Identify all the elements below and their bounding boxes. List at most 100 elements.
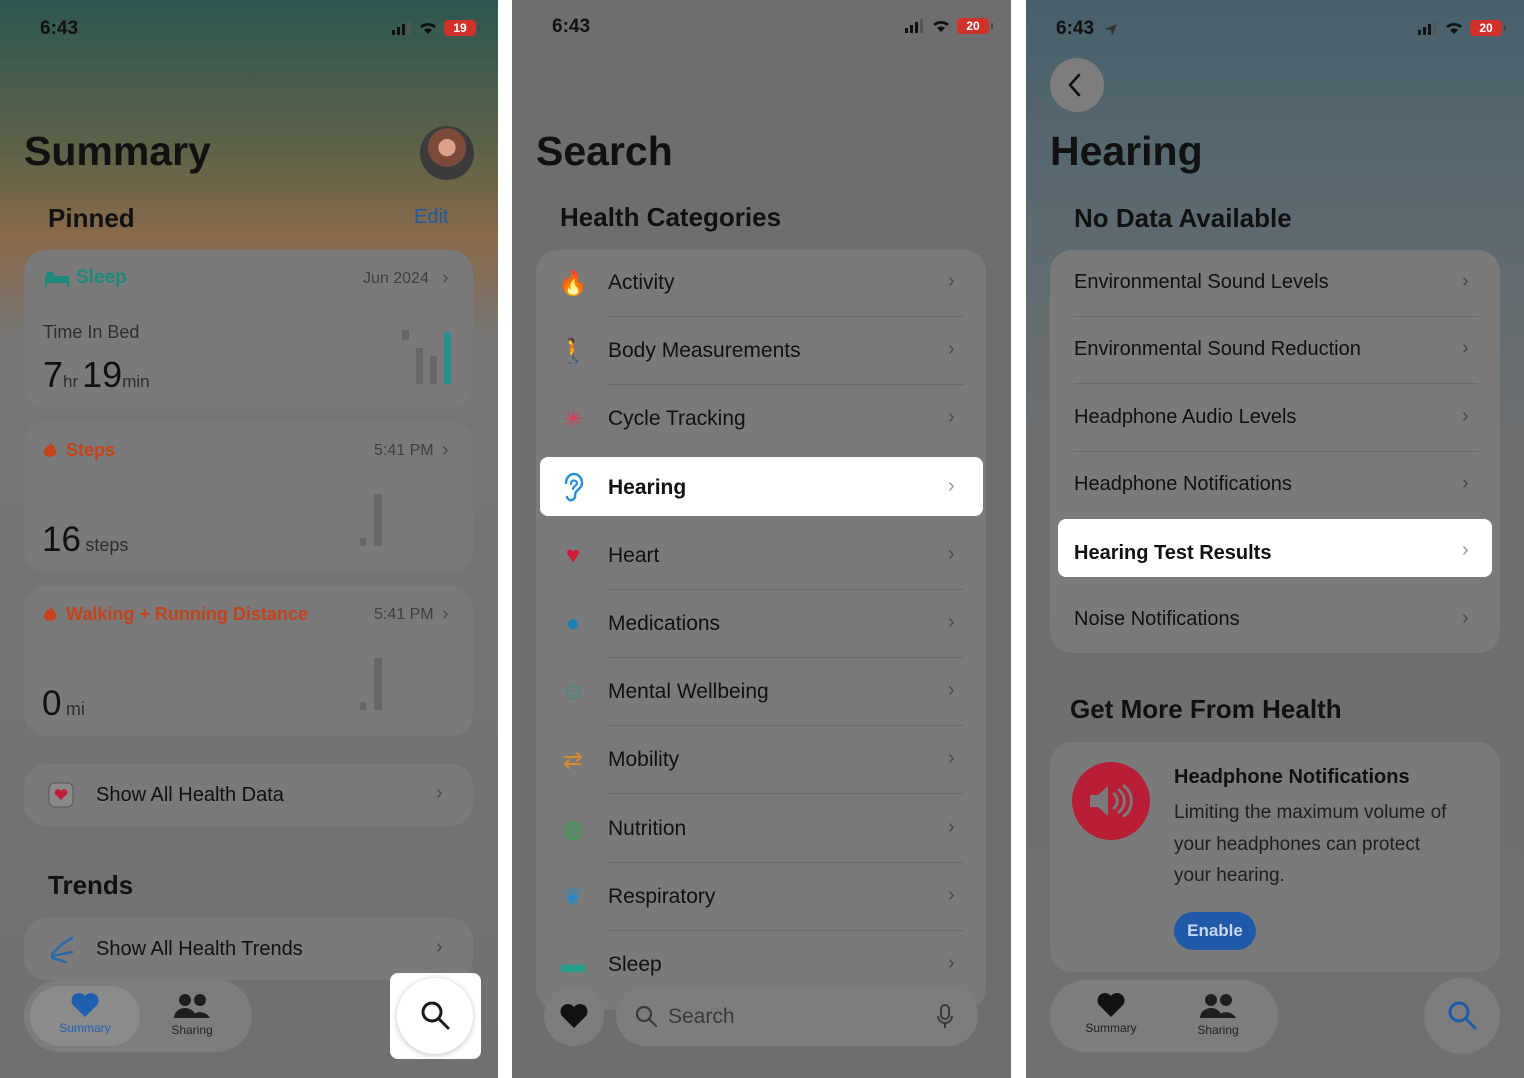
chevron-right-icon: ›	[948, 406, 955, 428]
divider	[1074, 316, 1478, 317]
volume-icon	[1090, 784, 1133, 818]
steps-card[interactable]: Steps 5:41 PM › 16 steps	[24, 422, 473, 572]
signal-icon	[1418, 21, 1436, 35]
card-text-line-1: Limiting the maximum volume of	[1174, 802, 1447, 823]
walking-time: 5:41 PM	[374, 606, 434, 623]
microphone-icon[interactable]	[936, 1004, 954, 1030]
tab-sharing[interactable]: Sharing	[1166, 986, 1270, 1046]
chevron-left-icon	[1068, 73, 1081, 97]
category-row-label[interactable]: Medications	[608, 612, 720, 636]
chevron-right-icon: ›	[948, 338, 955, 360]
pills-icon: ●	[565, 610, 581, 637]
hearing-screen: 6:43 20 Hearing No Data Available Enviro…	[1026, 0, 1524, 1078]
hearing-row-label[interactable]: Noise Notifications	[1074, 608, 1240, 631]
enable-button[interactable]: Enable	[1174, 912, 1256, 950]
category-row-label[interactable]: Cycle Tracking	[608, 407, 746, 431]
category-hearing-label[interactable]: Hearing	[608, 476, 686, 500]
flame-icon	[43, 441, 57, 457]
stage: 6:43 19 Summary Pinned Edit Sleep Jun 20…	[0, 0, 1524, 1078]
flame-icon	[43, 605, 57, 621]
chevron-right-icon: ›	[1462, 270, 1469, 292]
steps-value: 16 steps	[42, 520, 128, 560]
sleep-date: Jun 2024	[363, 270, 429, 287]
sleep-value: 7hr 19min	[43, 354, 150, 396]
page-title: Hearing	[1050, 128, 1203, 174]
chevron-right-icon: ›	[1462, 539, 1469, 561]
hearing-row-label[interactable]: Headphone Audio Levels	[1074, 406, 1296, 429]
tab-bar: Summary Sharing	[24, 980, 252, 1052]
category-row-label[interactable]: Respiratory	[608, 885, 715, 909]
status-time: 6:43	[552, 16, 591, 37]
avatar[interactable]	[420, 126, 474, 180]
battery-icon: 19	[444, 20, 480, 36]
heart-icon: ♥	[565, 542, 581, 569]
category-row-label[interactable]: Sleep	[608, 953, 662, 977]
signal-icon	[392, 21, 410, 35]
chevron-right-icon: ›	[1462, 607, 1469, 629]
tab-summary[interactable]: Summary	[30, 986, 140, 1046]
chevron-right-icon: ›	[436, 782, 443, 804]
tab-summary[interactable]: Summary	[1056, 986, 1166, 1046]
sleep-metric: Time In Bed	[43, 322, 140, 342]
favorites-button[interactable]	[544, 986, 604, 1046]
chevron-right-icon: ›	[948, 611, 955, 633]
status-bar: 6:43 19	[0, 18, 498, 42]
hearing-row-label[interactable]: Headphone Notifications	[1074, 473, 1292, 496]
sleep-card[interactable]: Sleep Jun 2024 › Time In Bed 7hr 19min	[24, 250, 473, 408]
heart-icon	[71, 993, 99, 1017]
category-row-label[interactable]: Activity	[608, 271, 675, 295]
bed-icon	[45, 272, 69, 287]
status-icons: 20	[1418, 20, 1506, 36]
summary-screen: 6:43 19 Summary Pinned Edit Sleep Jun 20…	[0, 0, 498, 1078]
categories-list	[536, 250, 986, 1010]
divider	[608, 316, 964, 317]
divider	[608, 862, 964, 863]
status-time: 6:43	[40, 18, 79, 39]
divider	[608, 657, 964, 658]
category-row-label[interactable]: Body Measurements	[608, 339, 801, 363]
bar	[416, 348, 423, 384]
heart-icon	[560, 1004, 588, 1028]
walking-unit: mi	[65, 699, 85, 719]
hearing-row-label[interactable]: Environmental Sound Reduction	[1074, 338, 1361, 361]
hearing-row-label[interactable]: Environmental Sound Levels	[1074, 271, 1329, 294]
tab-bar: Summary Sharing	[1050, 980, 1278, 1052]
chevron-right-icon: ›	[948, 475, 955, 497]
status-icons: 19	[392, 20, 480, 36]
hearing-test-results-label[interactable]: Hearing Test Results	[1074, 542, 1271, 565]
divider	[608, 384, 964, 385]
back-button[interactable]	[1050, 58, 1104, 112]
chevron-right-icon: ›	[948, 952, 955, 974]
edit-button[interactable]: Edit	[414, 206, 448, 229]
chevron-right-icon: ›	[1462, 337, 1469, 359]
category-row-label[interactable]: Mobility	[608, 748, 679, 772]
bar	[444, 332, 451, 384]
tab-sharing[interactable]: Sharing	[140, 986, 244, 1046]
battery-icon: 20	[1470, 20, 1506, 36]
category-row-label[interactable]: Nutrition	[608, 817, 686, 841]
search-field[interactable]: Search	[616, 986, 978, 1046]
walking-value: 0 mi	[42, 684, 85, 724]
chevron-right-icon: ›	[948, 816, 955, 838]
chevron-right-icon: ›	[1462, 405, 1469, 427]
search-icon	[421, 1001, 450, 1030]
health-data-icon	[48, 782, 74, 808]
divider	[608, 930, 964, 931]
divider	[1074, 383, 1478, 384]
walking-card[interactable]: Walking + Running Distance 5:41 PM › 0 m…	[24, 586, 473, 736]
card-title: Headphone Notifications	[1174, 766, 1410, 788]
sleep-hr-unit: hr	[63, 372, 79, 391]
category-row-label[interactable]: Mental Wellbeing	[608, 680, 769, 704]
chevron-right-icon: ›	[442, 439, 449, 461]
health-categories-heading: Health Categories	[560, 202, 782, 232]
search-button[interactable]	[397, 978, 473, 1054]
card-text-line-3: your hearing.	[1174, 865, 1285, 886]
show-all-health-data-button[interactable]: Show All Health Data ›	[24, 764, 473, 826]
wifi-icon	[933, 20, 949, 32]
steps-number: 16	[42, 520, 81, 559]
show-all-health-trends-button[interactable]: Show All Health Trends ›	[24, 918, 473, 980]
chevron-right-icon: ›	[442, 267, 449, 289]
search-button[interactable]	[1424, 978, 1500, 1054]
category-row-label[interactable]: Heart	[608, 544, 659, 568]
steps-label: Steps	[66, 440, 116, 460]
